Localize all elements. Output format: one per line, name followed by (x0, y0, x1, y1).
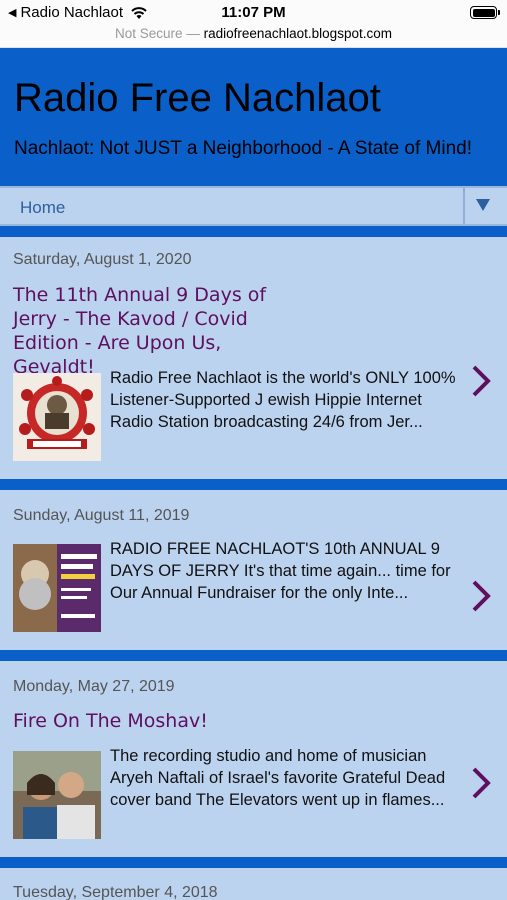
post-date: Monday, May 27, 2019 (13, 678, 175, 695)
post-snippet: The recording studio and home of musicia… (110, 747, 446, 809)
post-date: Tuesday, September 4, 2018 (13, 884, 218, 900)
post-snippet: Radio Free Nachlaot is the world's ONLY … (110, 369, 456, 431)
section-divider (0, 226, 507, 237)
chevron-right-icon[interactable] (470, 767, 492, 799)
blog-header: Radio Free Nachlaot Nachlaot: Not JUST a… (0, 48, 507, 186)
nav-dropdown-icon[interactable] (476, 199, 490, 211)
post-thumbnail[interactable] (13, 751, 101, 839)
post-date: Saturday, August 1, 2020 (13, 251, 192, 268)
post-title-link[interactable]: Fire On The Moshav! (13, 709, 313, 733)
status-bar: ◀ Radio Nachlaot 11:07 PM (0, 0, 507, 24)
url-domain: radiofreenachlaot.blogspot.com (203, 26, 392, 41)
post-title-link[interactable]: The 11th Annual 9 Days of Jerry - The Ka… (13, 283, 283, 379)
post-thumbnail[interactable] (13, 373, 101, 461)
coronavirus-poster-image (13, 373, 101, 461)
section-divider (0, 857, 507, 868)
battery-icon (470, 6, 500, 19)
clock: 11:07 PM (221, 4, 286, 21)
security-status: Not Secure (115, 26, 183, 41)
nine-days-of-jerry-poster-image (13, 544, 101, 632)
chevron-right-icon[interactable] (470, 365, 492, 397)
post-date: Sunday, August 11, 2019 (13, 507, 190, 524)
nav-divider (463, 188, 465, 224)
url-bar[interactable]: Not Secure — radiofreenachlaot.blogspot.… (0, 24, 507, 48)
post-item: Saturday, August 1, 2020 The 11th Annual… (0, 237, 507, 479)
site-description: Nachlaot: Not JUST a Neighborhood - A St… (14, 138, 473, 159)
chevron-right-icon[interactable] (470, 580, 492, 612)
post-item: Tuesday, September 4, 2018 (0, 868, 507, 900)
url-separator: — (186, 26, 200, 41)
nav-bar: Home (0, 186, 507, 226)
post-item: Sunday, August 11, 2019 RADIO FREE NACHL… (0, 490, 507, 650)
couple-photo-image (13, 751, 101, 839)
section-divider (0, 650, 507, 661)
section-divider (0, 479, 507, 490)
nav-home-link[interactable]: Home (20, 198, 65, 218)
post-snippet: RADIO FREE NACHLAOT'S 10th ANNUAL 9 DAYS… (110, 540, 451, 602)
post-item: Monday, May 27, 2019 Fire On The Moshav!… (0, 661, 507, 857)
site-title[interactable]: Radio Free Nachlaot (14, 76, 381, 121)
post-thumbnail[interactable] (13, 544, 101, 632)
